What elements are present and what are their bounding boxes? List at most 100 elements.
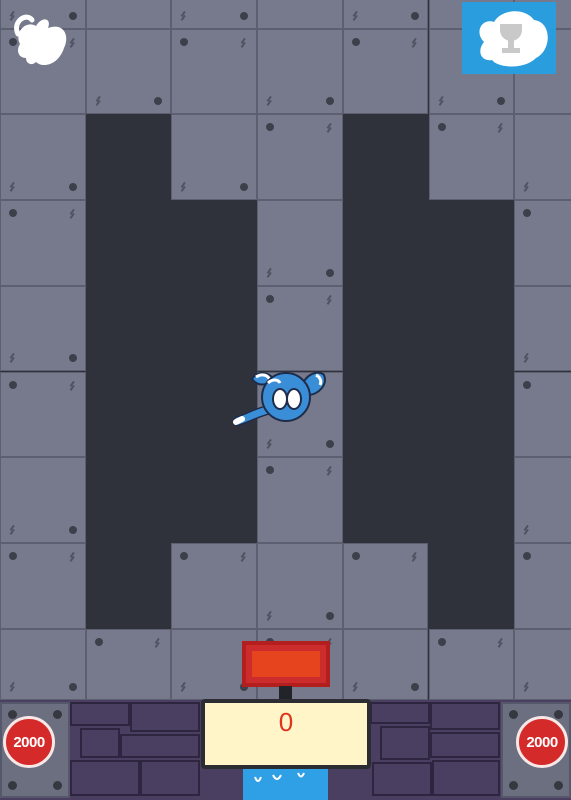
pit-tile xyxy=(85,542,172,629)
scratch-mark xyxy=(95,96,101,107)
goal-sign xyxy=(242,641,330,687)
wall-brick xyxy=(70,760,140,796)
bolt xyxy=(94,637,103,646)
player-cat xyxy=(232,365,332,435)
scratch-mark xyxy=(523,524,529,535)
scratch-mark xyxy=(180,181,186,192)
bolt xyxy=(266,123,275,132)
bolt xyxy=(240,183,249,192)
pit-tile xyxy=(342,371,429,458)
wall-brick xyxy=(430,702,500,730)
scratch-mark xyxy=(438,96,444,107)
bolt xyxy=(554,710,563,719)
scratch-mark xyxy=(154,637,160,648)
score-display: 0 xyxy=(201,699,371,769)
restart-button[interactable] xyxy=(8,8,74,74)
bolt xyxy=(154,97,163,106)
bolt xyxy=(240,11,249,20)
bolt xyxy=(325,440,334,449)
floor-tile xyxy=(342,542,429,629)
trophy-button[interactable] xyxy=(462,2,556,74)
bolt xyxy=(325,268,334,277)
pit-tile xyxy=(171,457,258,543)
wall-brick xyxy=(370,702,430,724)
game-board: 2000 2000 0 xyxy=(0,0,571,800)
scratch-mark xyxy=(9,524,15,535)
water-ripples xyxy=(254,772,305,782)
floor-tile xyxy=(171,28,258,115)
floor-tile xyxy=(514,542,571,629)
scratch-mark xyxy=(352,681,358,692)
pit-tile xyxy=(342,114,429,201)
bolt xyxy=(437,123,446,132)
goal-sign-post xyxy=(279,686,292,700)
wall-brick xyxy=(80,728,120,758)
scratch-mark xyxy=(326,294,332,305)
pit-tile xyxy=(85,285,172,372)
pit-tile xyxy=(428,457,515,543)
scratch-mark xyxy=(9,353,15,364)
bolt xyxy=(8,781,17,790)
scratch-mark xyxy=(326,466,332,476)
bolt xyxy=(325,611,334,620)
bolt xyxy=(9,380,17,389)
bolt xyxy=(351,37,360,46)
pit-tile xyxy=(428,200,515,286)
scratch-mark xyxy=(9,181,15,192)
floor-tile xyxy=(257,542,343,629)
bolt xyxy=(68,682,77,691)
pit-tile xyxy=(342,200,429,286)
floor-tile xyxy=(428,628,515,700)
right-coin-button[interactable]: 2000 xyxy=(516,716,568,768)
floor-tile xyxy=(342,0,429,29)
scratch-mark xyxy=(69,208,75,219)
pit-tile xyxy=(428,285,515,372)
floor-tile xyxy=(342,28,429,115)
floor-tile xyxy=(0,457,86,543)
pit-tile xyxy=(85,114,172,201)
scratch-mark xyxy=(266,267,272,278)
bolt xyxy=(266,294,275,303)
wall-brick xyxy=(380,726,430,760)
restart-blob-icon xyxy=(14,14,67,66)
floor-tile xyxy=(514,200,571,286)
pit-tile xyxy=(171,200,258,286)
pit-tile xyxy=(85,457,172,543)
floor-tile xyxy=(0,285,86,372)
bolt xyxy=(497,97,506,106)
bolt xyxy=(523,380,532,389)
bolt xyxy=(53,710,62,719)
scratch-mark xyxy=(240,551,246,562)
wall-brick xyxy=(140,760,200,796)
floor-tile xyxy=(514,285,571,372)
scratch-mark xyxy=(69,380,75,391)
goal-sign-face xyxy=(252,651,320,677)
pit-tile xyxy=(342,457,429,543)
floor-tile xyxy=(514,114,571,201)
scratch-mark xyxy=(69,551,75,562)
pit-tile xyxy=(171,285,258,372)
bolt xyxy=(325,97,334,106)
floor-tile xyxy=(257,457,343,543)
scratch-mark xyxy=(326,123,332,134)
bolt xyxy=(411,682,420,691)
left-coin-button[interactable]: 2000 xyxy=(3,716,55,768)
pit-tile xyxy=(428,371,515,458)
bolt xyxy=(554,781,563,790)
bolt xyxy=(53,781,62,790)
wall-brick xyxy=(130,702,200,732)
bolt xyxy=(509,710,518,719)
floor-tile xyxy=(257,28,343,115)
scratch-mark xyxy=(180,10,186,21)
bolt xyxy=(351,551,360,560)
scratch-mark xyxy=(523,181,529,192)
cat-character-icon xyxy=(233,371,326,426)
floor-tile xyxy=(0,542,86,629)
bolt xyxy=(180,37,189,46)
floor-tile xyxy=(428,114,515,201)
floor-tile xyxy=(0,114,86,201)
pit-tile xyxy=(428,542,515,629)
scratch-mark xyxy=(352,10,358,21)
scratch-mark xyxy=(266,96,272,107)
floor-tile xyxy=(514,457,571,543)
